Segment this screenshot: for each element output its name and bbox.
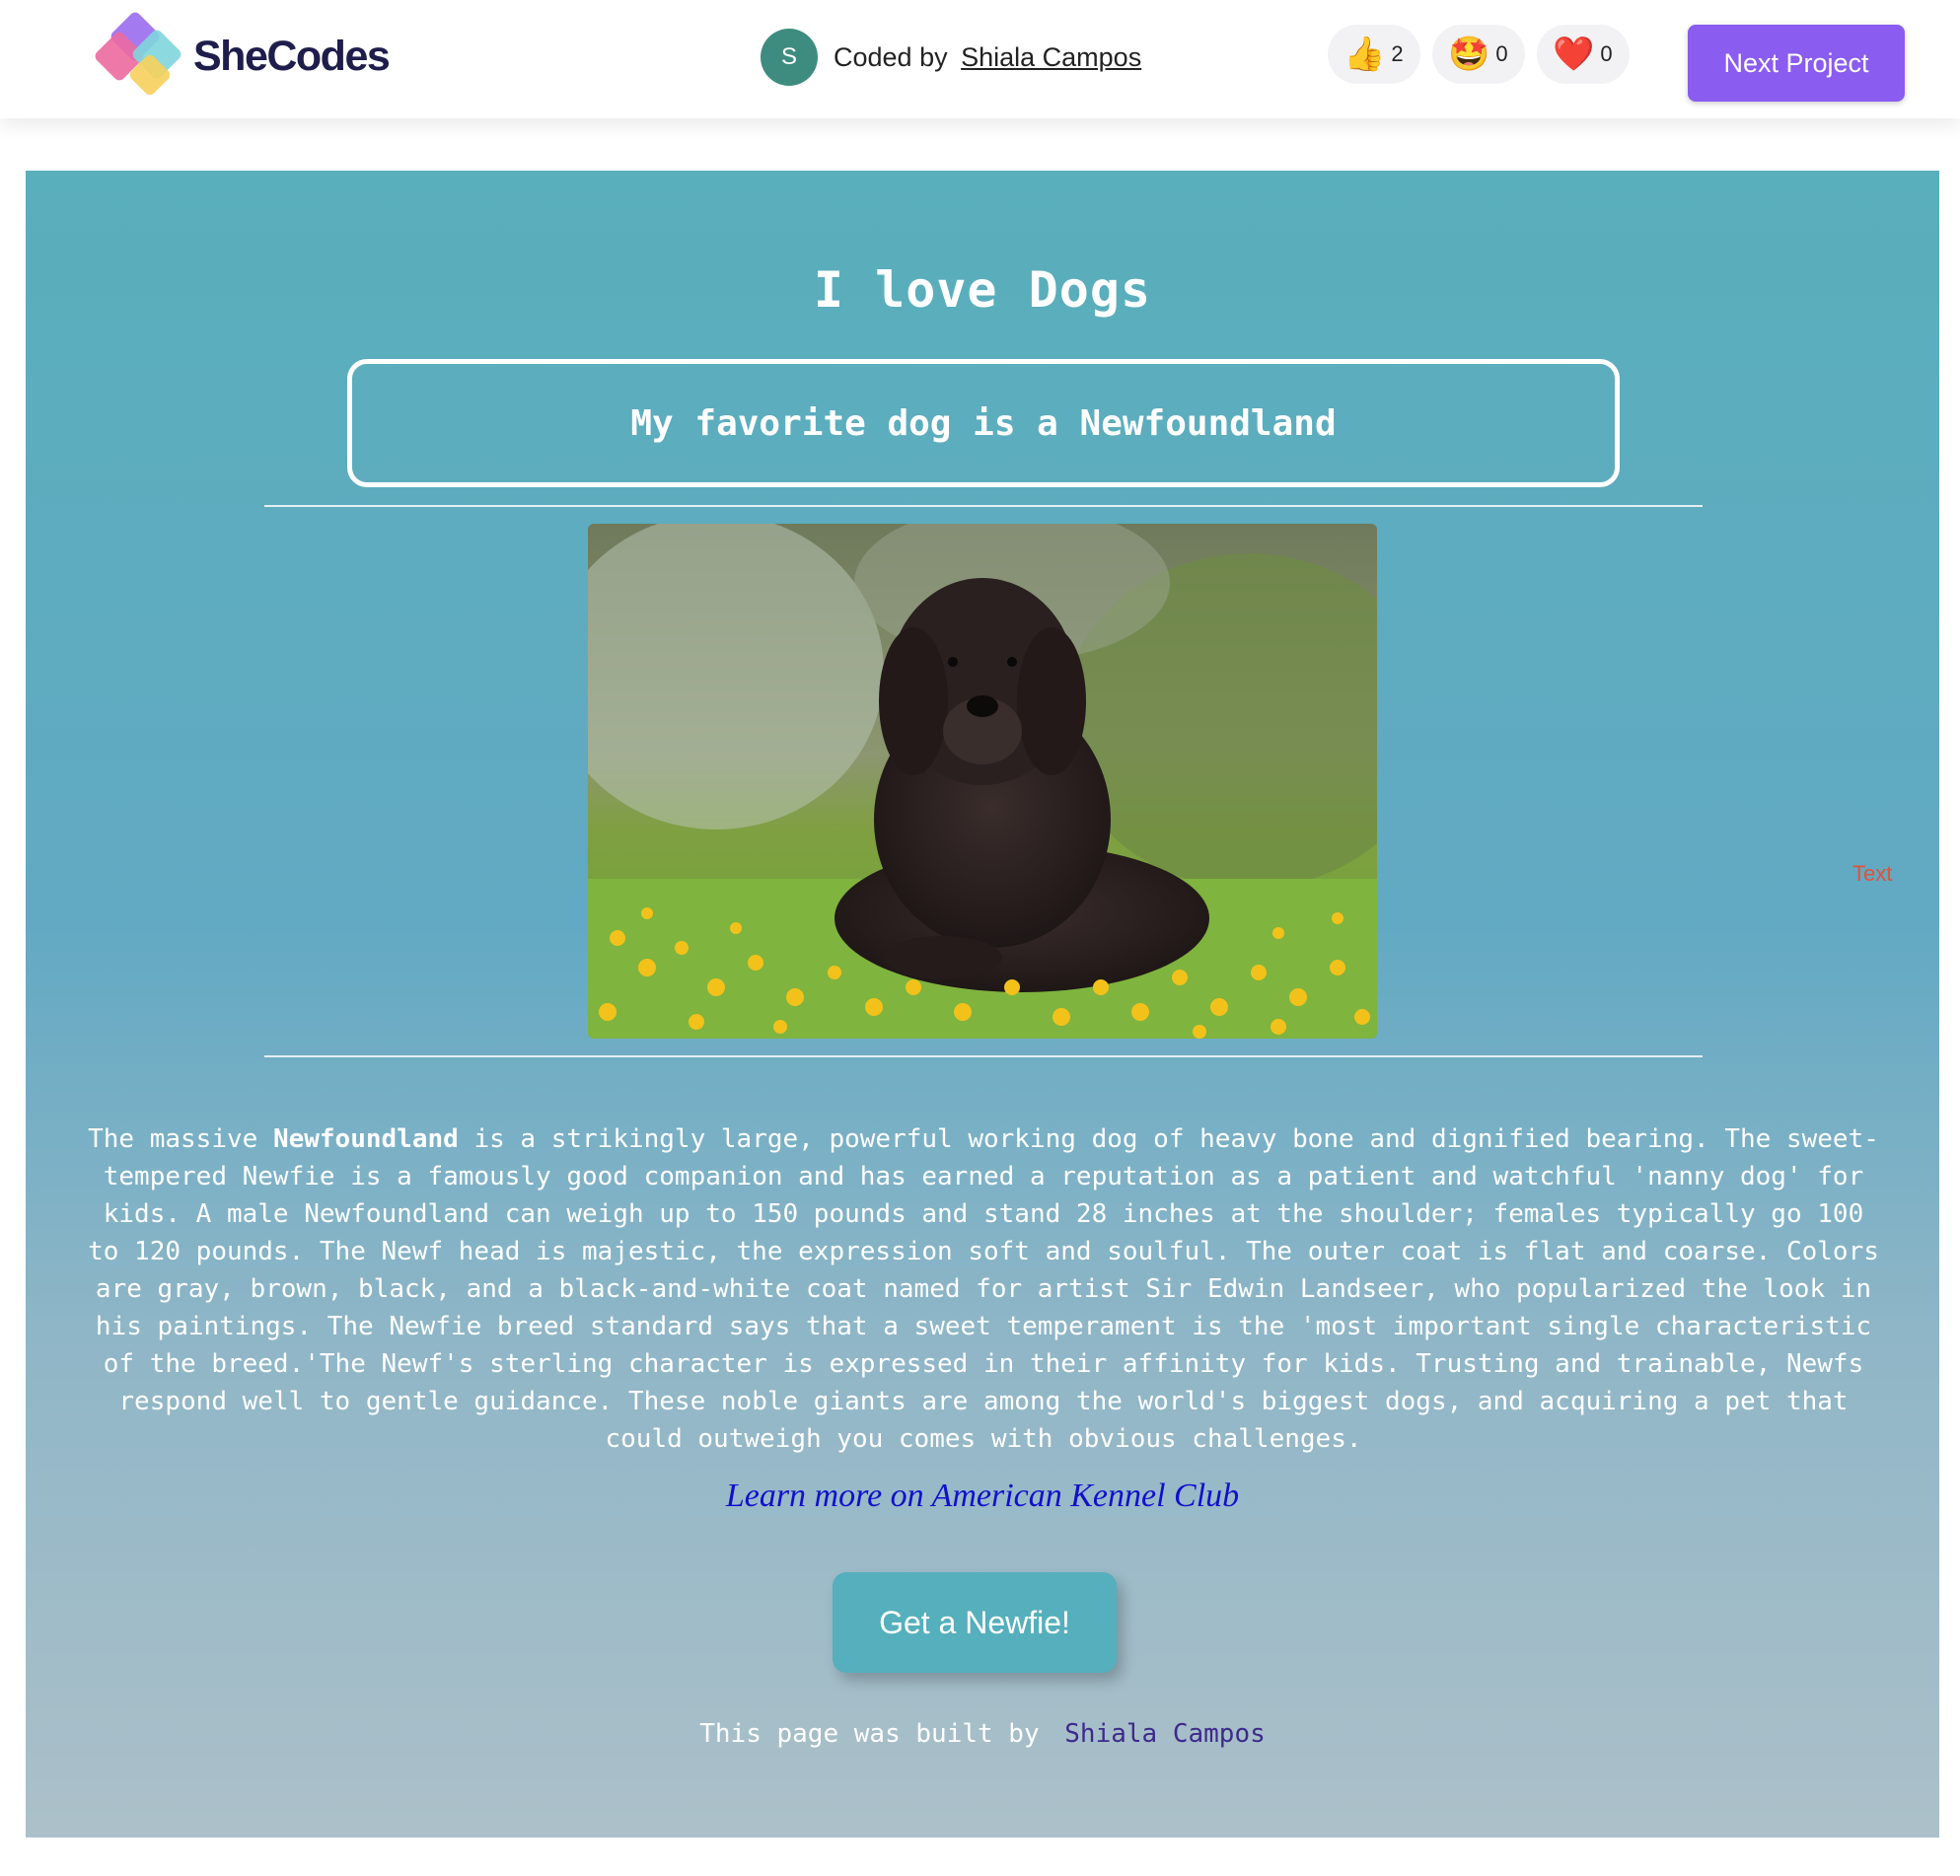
reaction-heart-button[interactable]: ❤️ 0 [1537, 25, 1630, 84]
subtitle: My favorite dog is a Newfoundland [630, 402, 1337, 444]
reaction-thumbs-up-button[interactable]: 👍 2 [1328, 25, 1420, 84]
shecodes-logo-icon [93, 10, 189, 101]
thumbs-up-icon: 👍 [1343, 36, 1386, 73]
shecodes-logo-link[interactable]: SheCodes [93, 10, 391, 101]
page-title: I love Dogs [813, 261, 1152, 319]
akc-link-wrapper: Learn more on American Kennel Club [26, 1478, 1939, 1515]
divider-top [264, 505, 1703, 507]
stray-text-label: Text [1852, 861, 1893, 886]
newfoundland-dog-photo [588, 524, 1377, 1039]
coded-by-text: Coded by Shiala Campos [834, 42, 1141, 73]
heart-icon: ❤️ [1553, 36, 1595, 73]
breed-description: The massive Newfoundland is a strikingly… [81, 1120, 1886, 1458]
coded-by-label: Coded by [834, 41, 948, 72]
divider-bottom [264, 1055, 1703, 1057]
project-page: I love Dogs My favorite dog is a Newfoun… [26, 171, 1939, 1838]
next-project-button[interactable]: Next Project [1688, 25, 1905, 102]
reaction-count: 2 [1391, 41, 1404, 66]
dog-image-illustration [588, 524, 1377, 1039]
top-bar: SheCodes S Coded by Shiala Campos 👍 2 🤩 … [0, 0, 1960, 118]
footer-label: This page was built by [699, 1719, 1040, 1749]
reaction-count: 0 [1495, 41, 1508, 66]
reaction-star-struck-button[interactable]: 🤩 0 [1432, 25, 1525, 84]
author-link[interactable]: Shiala Campos [961, 42, 1141, 72]
footer-credit: This page was built by Shiala Campos [26, 1719, 1939, 1749]
reactions-bar: 👍 2 🤩 0 ❤️ 0 [1328, 25, 1630, 84]
avatar: S [761, 29, 818, 86]
akc-link[interactable]: Learn more on American Kennel Club [726, 1478, 1239, 1514]
star-struck-icon: 🤩 [1448, 36, 1490, 73]
reaction-count: 0 [1600, 41, 1613, 66]
get-a-newfie-button[interactable]: Get a Newfie! [833, 1572, 1117, 1673]
description-intro: The massive [88, 1124, 258, 1154]
coded-by-section: S Coded by Shiala Campos [761, 29, 1141, 86]
description-body: is a strikingly large, powerful working … [88, 1124, 1879, 1454]
breed-name: Newfoundland [272, 1124, 459, 1154]
logo-text: SheCodes [193, 32, 391, 80]
footer-author-link[interactable]: Shiala Campos [1064, 1719, 1266, 1749]
subtitle-box: My favorite dog is a Newfoundland [347, 359, 1620, 487]
